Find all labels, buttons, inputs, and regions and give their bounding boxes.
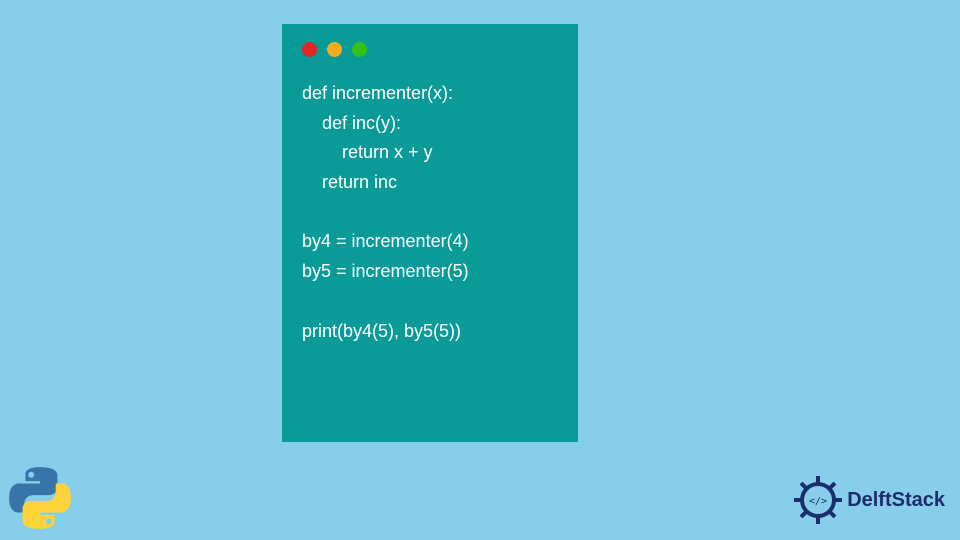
code-line: def incrementer(x): (302, 83, 453, 103)
code-line: by5 = incrementer(5) (302, 261, 469, 281)
minimize-icon (327, 42, 342, 57)
python-logo-icon (8, 466, 72, 530)
svg-text:</>: </> (809, 496, 827, 507)
code-line: print(by4(5), by5(5)) (302, 321, 461, 341)
code-line: by4 = incrementer(4) (302, 231, 469, 251)
code-line: def inc(y): (302, 113, 401, 133)
code-block: def incrementer(x): def inc(y): return x… (302, 79, 558, 346)
maximize-icon (352, 42, 367, 57)
traffic-lights (302, 42, 558, 57)
brand-name: DelftStack (847, 489, 945, 512)
delftstack-logo: </> DelftStack (793, 475, 945, 525)
gear-icon: </> (793, 475, 843, 525)
code-window: def incrementer(x): def inc(y): return x… (282, 24, 578, 442)
code-line: return x + y (302, 142, 433, 162)
code-line: return inc (302, 172, 397, 192)
close-icon (302, 42, 317, 57)
